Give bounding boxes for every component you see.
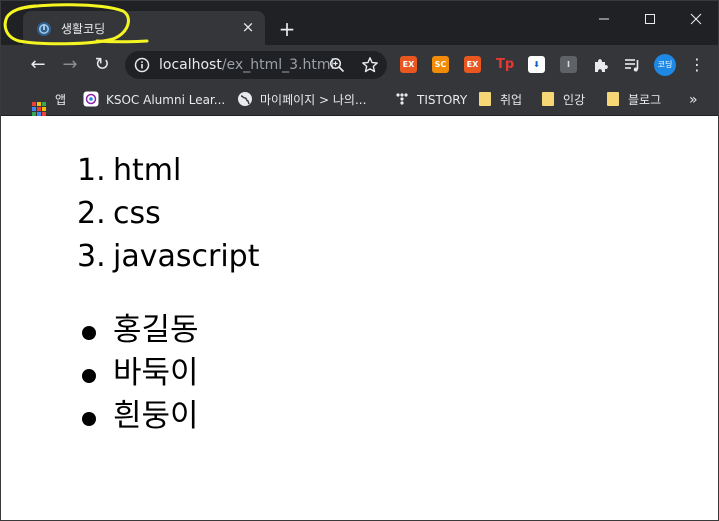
bookmark-folder-lectures[interactable]: 인강 <box>542 90 585 110</box>
list-text: 바둑이 <box>113 355 199 391</box>
bookmark-tistory[interactable]: TISTORY <box>394 90 467 110</box>
bookmark-label: 취업 <box>500 93 523 107</box>
bullet-icon <box>82 326 96 340</box>
globe-icon <box>238 92 252 106</box>
bookmark-apps[interactable]: 앱 <box>32 90 67 116</box>
browser-window: 생활코딩 × + ← → ↻ localhost/ex_html_3.html <box>0 0 719 521</box>
media-queue-icon[interactable] <box>623 56 641 74</box>
folder-icon <box>479 92 491 106</box>
bookmark-label: 마이페이지 > 나의... <box>260 93 367 107</box>
url-path: /ex_html_3.html <box>221 57 335 73</box>
address-bar[interactable]: localhost/ex_html_3.html <box>125 51 387 79</box>
ksoc-icon <box>83 91 99 107</box>
list-text: javascript <box>113 239 260 274</box>
reload-icon[interactable]: ↻ <box>90 53 114 77</box>
tab-close-icon[interactable]: × <box>239 18 257 36</box>
extension-i-icon[interactable]: I <box>560 56 577 73</box>
bookmark-label: KSOC Alumni Lear... <box>106 93 226 107</box>
profile-avatar[interactable]: 코딩 <box>654 54 676 76</box>
url-text[interactable]: localhost/ex_html_3.html <box>159 57 334 73</box>
folder-icon <box>607 92 619 106</box>
bookmark-label: 인강 <box>563 93 586 107</box>
extensions-puzzle-icon[interactable] <box>592 56 610 74</box>
bookmark-folder-blog[interactable]: 블로그 <box>607 90 661 110</box>
page-content: 1. html 2. css 3. javascript 홍길동 바둑이 흰둥이 <box>1 116 718 520</box>
tab-title: 생활코딩 <box>61 22 106 36</box>
list-text: 홍길동 <box>113 312 199 348</box>
list-text: css <box>113 196 161 231</box>
zoom-icon[interactable] <box>329 57 345 73</box>
extension-download-icon[interactable]: ⬇ <box>528 56 545 73</box>
apps-grid-icon <box>32 102 46 116</box>
list-text: 흰둥이 <box>113 398 199 434</box>
back-arrow-icon[interactable]: ← <box>26 53 50 77</box>
bookmark-label: 앱 <box>55 93 67 107</box>
tab-active[interactable]: 생활코딩 × <box>23 11 265 45</box>
bullet-icon <box>82 369 96 383</box>
minimize-icon[interactable] <box>581 5 627 33</box>
extension-sc-icon[interactable]: SC <box>432 56 449 73</box>
window-close-icon[interactable] <box>673 5 719 33</box>
folder-icon <box>542 92 554 106</box>
favicon-icon <box>37 22 51 36</box>
bullet-icon <box>82 412 96 426</box>
bookmarks-overflow-button[interactable]: » <box>689 90 698 110</box>
bookmark-mypage[interactable]: 마이페이지 > 나의... <box>237 90 366 110</box>
info-icon[interactable] <box>134 57 150 73</box>
forward-arrow-icon[interactable]: → <box>58 53 82 77</box>
bookmark-label: 블로그 <box>628 93 662 107</box>
tistory-icon <box>396 93 408 105</box>
toolbar: ← → ↻ localhost/ex_html_3.html EX SC EX … <box>1 45 718 85</box>
extension-ex-icon[interactable]: EX <box>400 56 417 73</box>
list-number: 1. <box>77 153 106 188</box>
list-number: 3. <box>77 239 106 274</box>
bookmark-label: TISTORY <box>417 93 468 107</box>
extension-ex2-icon[interactable]: EX <box>464 56 481 73</box>
maximize-icon[interactable] <box>627 5 673 33</box>
list-text: html <box>113 153 182 188</box>
kebab-menu-icon[interactable]: ⋮ <box>689 55 705 75</box>
list-number: 2. <box>77 196 106 231</box>
tab-bar: 생활코딩 × + <box>1 1 718 45</box>
url-host: localhost <box>159 57 222 73</box>
extension-tp-icon[interactable]: Tp <box>496 56 514 73</box>
bookmark-folder-job[interactable]: 취업 <box>479 90 522 110</box>
bookmarks-bar: 앱 KSOC Alumni Lear... 마이페이지 > 나의... TIST… <box>1 85 718 116</box>
bookmark-star-icon[interactable] <box>361 56 379 74</box>
new-tab-button[interactable]: + <box>276 18 298 40</box>
bookmark-ksoc[interactable]: KSOC Alumni Lear... <box>83 90 225 110</box>
